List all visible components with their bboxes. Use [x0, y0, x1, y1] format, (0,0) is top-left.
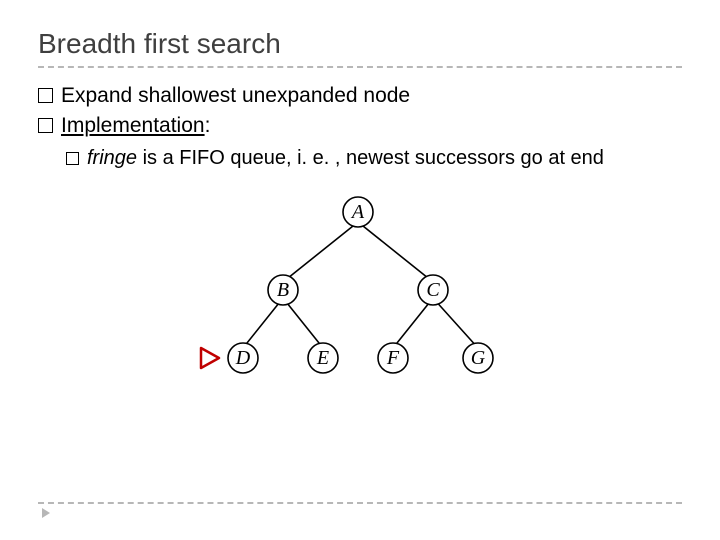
current-pointer-icon	[201, 348, 219, 368]
bullet-fringe: fringe is a FIFO queue, i. e. , newest s…	[66, 145, 682, 172]
tree-diagram: A B C D E F G	[178, 190, 538, 390]
square-bullet-icon	[38, 88, 53, 103]
node-e-label: E	[308, 347, 338, 370]
bullet-implementation-label: Implementation	[61, 114, 205, 137]
square-bullet-icon	[66, 152, 79, 165]
slide-title: Breadth first search	[38, 28, 682, 60]
node-g-label: G	[463, 347, 493, 370]
node-d-label: D	[228, 347, 258, 370]
slide: Breadth first search Expand shallowest u…	[0, 0, 720, 540]
bullet-fringe-rest: is a FIFO queue, i. e. , newest successo…	[137, 147, 604, 169]
square-bullet-icon	[38, 118, 53, 133]
footer-pointer-icon	[42, 508, 50, 518]
bullet-expand: Expand shallowest unexpanded node	[38, 82, 682, 110]
divider-top	[38, 66, 682, 68]
bullet-fringe-word: fringe	[87, 147, 137, 169]
node-c-label: C	[418, 279, 448, 302]
divider-bottom-wrap	[38, 502, 682, 504]
bullet-implementation: Implementation:	[38, 112, 682, 140]
node-b-label: B	[268, 279, 298, 302]
bullet-expand-rest: shallowest unexpanded node	[138, 84, 410, 107]
bullet-expand-prefix: Expand	[61, 84, 138, 107]
node-a-label: A	[343, 201, 373, 224]
bullet-implementation-colon: :	[205, 114, 211, 137]
node-f-label: F	[378, 347, 408, 370]
divider-bottom	[38, 502, 682, 504]
bullet-list: Expand shallowest unexpanded node Implem…	[38, 82, 682, 172]
